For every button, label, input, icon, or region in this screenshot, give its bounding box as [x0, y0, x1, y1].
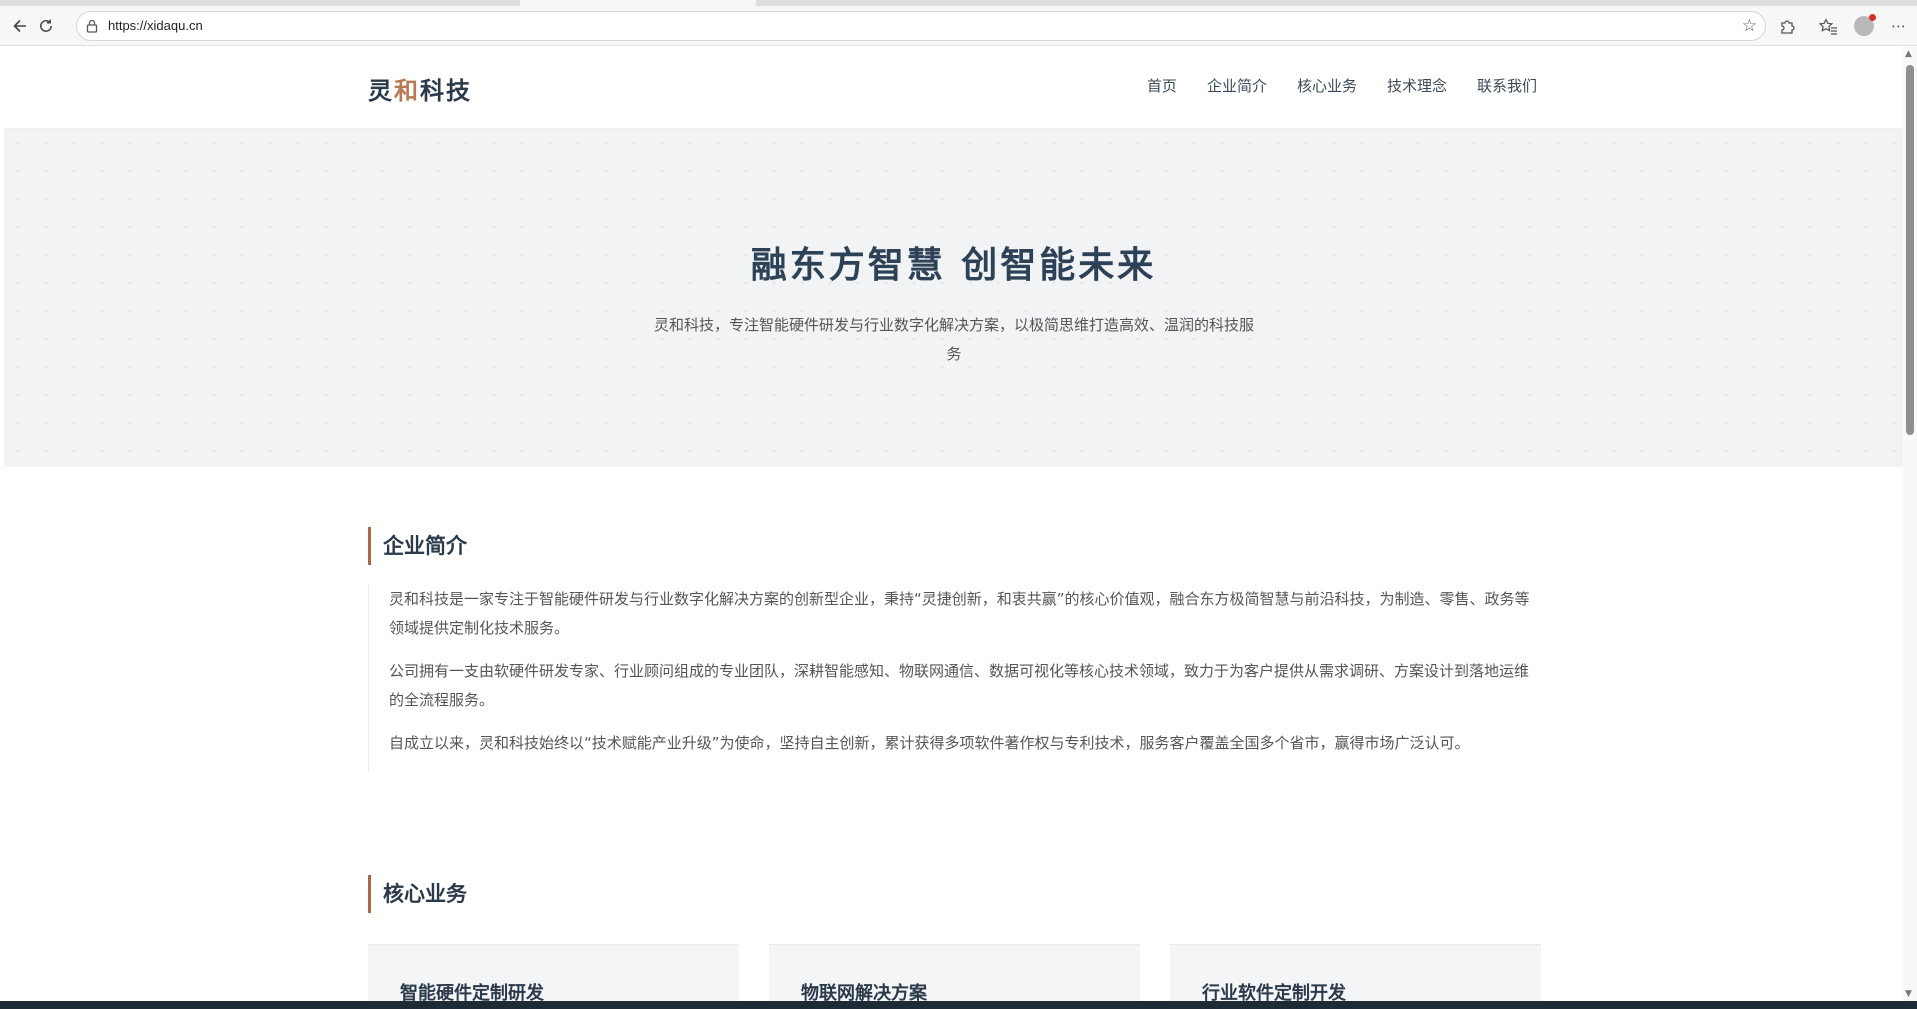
- business-card[interactable]: 行业软件定制开发: [1170, 944, 1541, 1001]
- puzzle-icon[interactable]: [1776, 15, 1798, 37]
- nav-contact[interactable]: 联系我们: [1477, 75, 1537, 96]
- browser-toolbar: https://xidaqu.cn ☆ ⋯: [0, 6, 1917, 46]
- profile-avatar-icon[interactable]: [1854, 14, 1876, 36]
- about-section-title: 企业简介: [368, 527, 467, 565]
- business-card-title: 智能硬件定制研发: [400, 983, 544, 1001]
- logo-accent: 和: [394, 76, 420, 105]
- scrollbar-thumb[interactable]: [1906, 65, 1914, 435]
- favorites-icon[interactable]: [1817, 15, 1839, 37]
- nav-about[interactable]: 企业简介: [1207, 75, 1267, 96]
- reload-icon[interactable]: [34, 14, 58, 38]
- site-logo[interactable]: 灵和科技: [368, 71, 472, 106]
- hero-banner: 融东方智慧 创智能未来 灵和科技，专注智能硬件研发与行业数字化解决方案，以极简思…: [4, 129, 1903, 467]
- back-arrow-icon[interactable]: [8, 14, 32, 38]
- hero-title: 融东方智慧 创智能未来: [750, 244, 1157, 286]
- address-bar[interactable]: https://xidaqu.cn ☆: [76, 11, 1766, 41]
- about-paragraph: 公司拥有一支由软硬件研发专家、行业顾问组成的专业团队，深耕智能感知、物联网通信、…: [389, 662, 1530, 709]
- business-card-title: 行业软件定制开发: [1202, 983, 1346, 1001]
- nav-tech[interactable]: 技术理念: [1387, 75, 1447, 96]
- about-paragraph: 自成立以来，灵和科技始终以“技术赋能产业升级”为使命，坚持自主创新，累计获得多项…: [389, 734, 1470, 752]
- business-card-title: 物联网解决方案: [801, 983, 927, 1001]
- business-card[interactable]: 物联网解决方案: [769, 944, 1140, 1001]
- star-icon[interactable]: ☆: [1742, 16, 1757, 36]
- page-viewport: 灵和科技 首页 企业简介 核心业务 技术理念 联系我们 融东方智慧 创智能未来 …: [4, 47, 1903, 1001]
- url-text[interactable]: https://xidaqu.cn: [108, 18, 203, 33]
- lock-icon[interactable]: [85, 18, 99, 34]
- notification-dot: [1869, 14, 1876, 21]
- scroll-down-icon[interactable]: ▼: [1905, 989, 1912, 999]
- taskbar-edge: [0, 1001, 1917, 1009]
- scroll-up-icon[interactable]: ▲: [1905, 49, 1912, 59]
- about-content: 灵和科技是一家专注于智能硬件研发与行业数字化解决方案的创新型企业，秉持“灵捷创新…: [368, 585, 1542, 772]
- about-paragraph: 灵和科技是一家专注于智能硬件研发与行业数字化解决方案的创新型企业，秉持“灵捷创新…: [389, 590, 1530, 637]
- business-section-title: 核心业务: [368, 875, 467, 913]
- logo-part2: 科技: [420, 76, 472, 105]
- nav-business[interactable]: 核心业务: [1297, 75, 1357, 96]
- main-nav: 首页 企业简介 核心业务 技术理念 联系我们: [1147, 75, 1537, 96]
- site-header: 灵和科技 首页 企业简介 核心业务 技术理念 联系我们: [4, 47, 1903, 129]
- hero-subtitle: 灵和科技，专注智能硬件研发与行业数字化解决方案，以极简思维打造高效、温润的科技服…: [654, 316, 1255, 363]
- nav-home[interactable]: 首页: [1147, 75, 1177, 96]
- business-card[interactable]: 智能硬件定制研发: [368, 944, 739, 1001]
- logo-part1: 灵: [368, 76, 394, 105]
- business-cards: 智能硬件定制研发 物联网解决方案 行业软件定制开发: [368, 944, 1542, 1001]
- page-scrollbar[interactable]: ▲ ▼: [1903, 47, 1917, 1001]
- more-icon[interactable]: ⋯: [1888, 15, 1910, 37]
